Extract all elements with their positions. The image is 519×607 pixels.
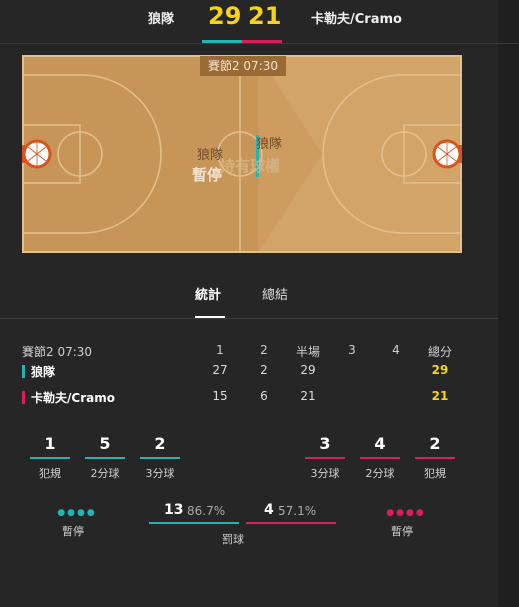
home-row-team: 狼隊 xyxy=(31,365,56,379)
away-stat-label: 2分球 xyxy=(365,467,395,480)
away-stat-bar xyxy=(305,457,345,459)
table-cell: 29 xyxy=(300,363,316,377)
away-row-marker xyxy=(22,391,25,404)
away-stat-value: 2 xyxy=(429,434,441,453)
period-time-badge: 賽節2 07:30 xyxy=(200,56,286,76)
scrollbar-track[interactable] xyxy=(498,0,519,607)
home-stat-value: 2 xyxy=(154,434,166,453)
home-stat-value: 1 xyxy=(44,434,56,453)
column-header: 1 xyxy=(216,343,224,357)
court-view: 賽節2 07:30 狼隊 暫停 狼隊 持有球權 xyxy=(22,55,462,253)
away-ft-pct: 57.1% xyxy=(278,504,317,518)
court-team-right: 狼隊 xyxy=(256,137,283,152)
column-header: 半場 xyxy=(295,345,320,359)
away-timeout-dots: ●●●● xyxy=(386,508,426,518)
away-row-team: 卡勒夫/Cramo xyxy=(31,391,115,405)
column-header: 總分 xyxy=(427,345,452,359)
home-ft-made: 13 xyxy=(164,502,184,518)
away-timeout-label: 暫停 xyxy=(391,525,413,538)
away-stat-label: 3分球 xyxy=(310,467,340,480)
table-cell: 2 xyxy=(260,363,268,377)
away-ft-bar xyxy=(246,522,336,524)
possession-text: 持有球權 xyxy=(220,157,281,175)
score-header: 狼隊 29 21 卡勒夫/Cramo xyxy=(0,0,519,44)
away-stat-value: 4 xyxy=(374,434,386,453)
home-ft-bar xyxy=(149,522,239,524)
away-team-name: 卡勒夫/Cramo xyxy=(311,12,402,27)
home-stat-label: 犯規 xyxy=(39,467,61,480)
table-cell: 6 xyxy=(260,389,268,403)
home-row-marker xyxy=(22,365,25,378)
home-stat-bar xyxy=(85,457,125,459)
home-timeout-dots: ●●●● xyxy=(57,508,97,518)
away-stat-bar xyxy=(415,457,455,459)
away-score-bar xyxy=(242,40,282,43)
home-stat-label: 2分球 xyxy=(90,467,120,480)
tabs-divider xyxy=(0,318,498,319)
away-stat-value: 3 xyxy=(319,434,331,453)
free-throw-label: 罰球 xyxy=(222,533,244,546)
table-period-label: 賽節2 07:30 xyxy=(22,345,93,359)
table-cell: 21 xyxy=(300,389,316,403)
table-cell-total: 21 xyxy=(431,389,449,403)
home-timeout-label: 暫停 xyxy=(62,525,84,538)
table-cell: 27 xyxy=(212,363,228,377)
court-status-text: 暫停 xyxy=(192,166,223,184)
tab-stats[interactable]: 統計 xyxy=(195,284,221,303)
home-stat-bar xyxy=(30,457,70,459)
column-header: 3 xyxy=(348,343,356,357)
column-header: 2 xyxy=(260,343,268,357)
home-score: 29 xyxy=(208,2,242,30)
away-score: 21 xyxy=(248,2,282,30)
home-score-bar xyxy=(202,40,242,43)
table-cell-total: 29 xyxy=(431,363,449,377)
home-stat-value: 5 xyxy=(99,434,111,453)
court-graphic xyxy=(22,55,462,253)
home-stat-label: 3分球 xyxy=(145,467,175,480)
tab-summary[interactable]: 總結 xyxy=(262,284,288,303)
away-stat-label: 犯規 xyxy=(424,467,446,480)
away-ft-made: 4 xyxy=(264,502,274,518)
column-header: 4 xyxy=(392,343,400,357)
home-ft-pct: 86.7% xyxy=(187,504,226,518)
home-stat-bar xyxy=(140,457,180,459)
table-cell: 15 xyxy=(212,389,228,403)
home-team-name: 狼隊 xyxy=(148,12,175,27)
away-stat-bar xyxy=(360,457,400,459)
